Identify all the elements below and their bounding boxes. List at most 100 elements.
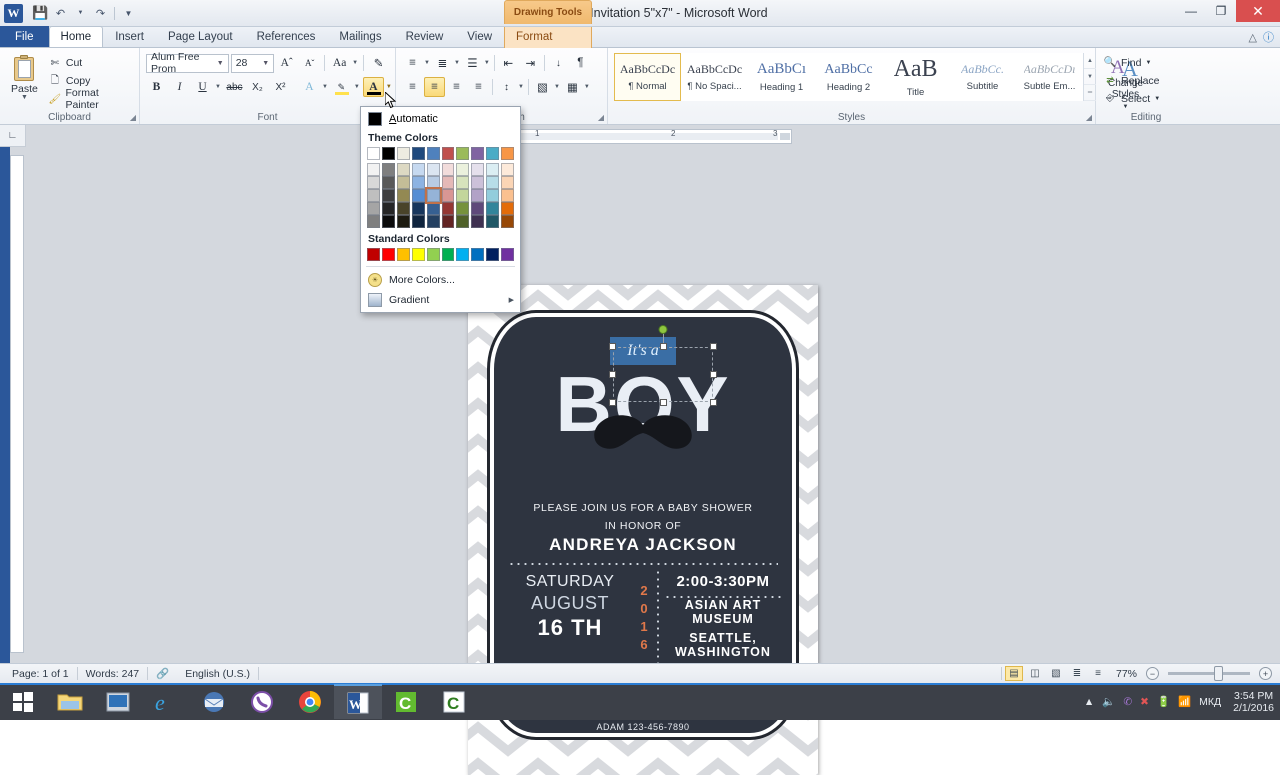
taskbar-media-player[interactable]: [94, 684, 142, 719]
show-hidden-icons-button[interactable]: ▲: [1084, 696, 1094, 708]
styles-scroll-up-icon[interactable]: ▲: [1084, 53, 1096, 69]
full-screen-reading-view-button[interactable]: ◫: [1026, 666, 1044, 681]
font-color-dropdown-icon[interactable]: ▼: [386, 84, 393, 90]
theme-color-swatch[interactable]: [456, 202, 470, 215]
restore-button[interactable]: ❐: [1206, 0, 1236, 22]
theme-color-swatch[interactable]: [367, 176, 380, 189]
standard-color-swatch[interactable]: [396, 248, 410, 261]
style-item-normal[interactable]: AaBbCcDc ¶ Normal: [614, 53, 681, 101]
start-button[interactable]: [0, 683, 46, 720]
font-size-combo[interactable]: 28 ▼: [230, 53, 275, 73]
change-case-dropdown-icon[interactable]: ▼: [352, 60, 359, 66]
theme-color-swatch[interactable]: [367, 147, 380, 160]
select-button[interactable]: ⎆ Select ▼: [1103, 90, 1190, 107]
theme-color-swatch[interactable]: [411, 147, 425, 160]
borders-dropdown-icon[interactable]: ▼: [584, 84, 591, 90]
quick-access-toolbar[interactable]: 💾 ↶ ▼ ↷ ▼: [32, 5, 137, 22]
style-item-heading-1[interactable]: AaBbCı Heading 1: [748, 53, 815, 101]
horizontal-ruler[interactable]: 1 2 3: [497, 129, 792, 144]
align-center-button[interactable]: ≡: [424, 77, 445, 97]
theme-color-swatch[interactable]: [381, 215, 395, 228]
align-left-button[interactable]: ≡: [402, 77, 423, 97]
tab-view[interactable]: View: [455, 26, 504, 47]
standard-colors-grid[interactable]: [361, 247, 520, 263]
theme-color-swatch[interactable]: [486, 147, 500, 160]
redo-button[interactable]: ↷: [92, 5, 109, 22]
customize-qat-icon[interactable]: ▼: [120, 5, 137, 22]
handle-middle-right[interactable]: [710, 371, 717, 378]
theme-color-swatch[interactable]: [396, 163, 410, 176]
theme-color-swatch[interactable]: [456, 215, 470, 228]
replace-button[interactable]: ⇄ Replace: [1103, 72, 1190, 89]
theme-color-swatch[interactable]: [381, 189, 395, 202]
styles-gallery-scroll[interactable]: ▲ ▼ ═: [1083, 53, 1096, 101]
align-right-button[interactable]: ≡: [446, 77, 467, 97]
theme-color-swatch[interactable]: [426, 215, 440, 228]
status-bar-right[interactable]: ▤ ◫ ▧ ≣ ≡ 77% − +: [1000, 666, 1276, 681]
ribbon-help-icons[interactable]: △ ⓘ: [1249, 29, 1274, 45]
theme-color-swatch[interactable]: [441, 163, 455, 176]
clock[interactable]: 3:54 PM 2/1/2016: [1229, 690, 1274, 714]
tab-home[interactable]: Home: [48, 26, 104, 47]
theme-color-swatch[interactable]: [381, 147, 395, 160]
taskbar-chrome[interactable]: [286, 684, 334, 719]
style-item-no-spacing[interactable]: AaBbCcDc ¶ No Spaci...: [681, 53, 748, 101]
style-item-heading-2[interactable]: AaBbCc Heading 2: [815, 53, 882, 101]
automatic-color-item[interactable]: AAutomaticutomatic: [361, 110, 520, 129]
text-effects-dropdown-icon[interactable]: ▼: [322, 84, 329, 90]
theme-color-swatch[interactable]: [486, 176, 500, 189]
window-controls[interactable]: — ❐ ✕: [1176, 0, 1280, 27]
zoom-slider-thumb[interactable]: [1214, 666, 1223, 681]
borders-button[interactable]: ▦: [562, 77, 583, 97]
network-icon[interactable]: 📶: [1178, 695, 1191, 708]
battery-icon[interactable]: 🔋: [1157, 695, 1170, 708]
theme-color-swatch[interactable]: [501, 202, 515, 215]
theme-color-swatch[interactable]: [456, 163, 470, 176]
theme-color-swatch[interactable]: [396, 147, 410, 160]
line-spacing-dropdown-icon[interactable]: ▼: [518, 84, 525, 90]
theme-color-row[interactable]: [367, 187, 515, 204]
rotation-handle[interactable]: [658, 325, 668, 334]
theme-color-row[interactable]: [367, 163, 515, 176]
vertical-ruler[interactable]: [10, 155, 24, 653]
justify-button[interactable]: ≡: [468, 77, 489, 97]
theme-color-swatch[interactable]: [396, 202, 410, 215]
theme-color-swatch[interactable]: [471, 147, 485, 160]
flash-icon[interactable]: ✖: [1140, 696, 1149, 708]
theme-color-swatch[interactable]: [426, 147, 440, 160]
system-tray[interactable]: ▲ 🔈 ✆ ✖ 🔋 📶 МКД 3:54 PM 2/1/2016: [1084, 690, 1280, 714]
standard-color-swatch[interactable]: [456, 248, 470, 261]
zoom-slider[interactable]: [1168, 666, 1250, 681]
sort-button[interactable]: ↓: [548, 53, 569, 73]
shading-dropdown-icon[interactable]: ▼: [554, 84, 561, 90]
theme-color-swatch[interactable]: [441, 176, 455, 189]
taskbar[interactable]: e W C C ▲ 🔈 ✆ ✖ 🔋 📶 МКД 3:54 PM 2/1/2016: [0, 683, 1280, 720]
standard-color-swatch[interactable]: [441, 248, 455, 261]
theme-color-swatch[interactable]: [456, 189, 470, 202]
text-highlight-button[interactable]: ✎: [331, 77, 352, 97]
theme-color-swatch[interactable]: [396, 189, 410, 202]
draft-view-button[interactable]: ≡: [1089, 666, 1107, 681]
bold-button[interactable]: B: [146, 77, 167, 97]
theme-colors-grid[interactable]: [361, 146, 520, 230]
theme-color-swatch[interactable]: [411, 189, 425, 202]
taskbar-file-explorer[interactable]: [46, 684, 94, 719]
cut-button[interactable]: ✄ Cut: [48, 55, 133, 71]
clear-formatting-button[interactable]: ✎: [368, 53, 389, 73]
theme-color-swatch[interactable]: [367, 215, 380, 228]
paste-button[interactable]: Paste ▼: [4, 52, 45, 101]
theme-color-swatch[interactable]: [501, 189, 515, 202]
handle-bottom-center[interactable]: [660, 399, 667, 406]
handle-bottom-left[interactable]: [609, 399, 616, 406]
styles-more-icon[interactable]: ═: [1084, 85, 1096, 101]
theme-color-swatch[interactable]: [471, 202, 485, 215]
styles-dialog-launcher[interactable]: ◢: [1086, 113, 1092, 122]
font-row-bottom[interactable]: B I U ▼ abc X₂ X² A ▼ ✎ ▼ A ▼: [144, 75, 393, 99]
multilevel-dropdown-icon[interactable]: ▼: [484, 60, 491, 66]
theme-color-swatch[interactable]: [471, 176, 485, 189]
tab-file[interactable]: File: [0, 26, 49, 47]
proofing-icon[interactable]: 🔗: [148, 667, 177, 680]
gradient-item[interactable]: Gradient ▶: [361, 290, 520, 310]
text-highlight-dropdown-icon[interactable]: ▼: [354, 84, 361, 90]
theme-color-swatch[interactable]: [411, 215, 425, 228]
